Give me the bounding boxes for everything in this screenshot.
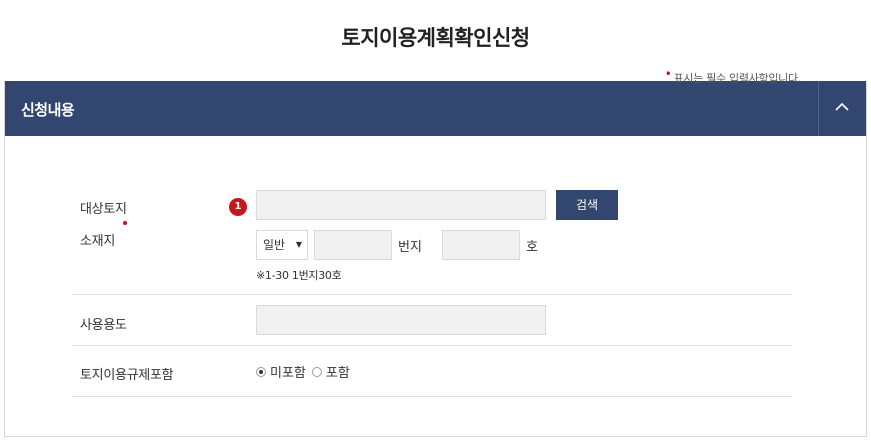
regulation-radio-include[interactable] xyxy=(311,366,322,377)
application-panel: 신청내용 xyxy=(4,81,867,437)
regulation-radio-exclude[interactable] xyxy=(256,366,266,377)
land-type-selected: 일반 xyxy=(263,238,286,252)
regulation-label: 토지이용규제포함 xyxy=(80,368,174,383)
bunji-input[interactable] xyxy=(314,230,392,260)
collapse-button[interactable] xyxy=(818,81,866,136)
form-top-divider xyxy=(72,96,792,98)
step-badge: 1 xyxy=(229,198,247,216)
regulation-radio-include-label[interactable]: 포함 xyxy=(326,362,350,381)
regulation-radio-group: 미포함 포함 xyxy=(256,362,356,381)
search-button[interactable]: 검색 xyxy=(556,190,618,220)
address-input[interactable] xyxy=(256,190,546,220)
panel-title: 신청내용 xyxy=(21,101,75,119)
ho-input[interactable] xyxy=(442,230,520,260)
ho-unit-label: 호 xyxy=(526,240,538,255)
address-hint: ※1-30 1번지30호 xyxy=(256,269,342,282)
row-divider xyxy=(72,396,792,397)
caret-down-icon: ▼ xyxy=(295,240,302,249)
land-type-select[interactable]: 일반 ▼ xyxy=(256,230,308,260)
chevron-up-icon xyxy=(835,102,849,111)
bunji-unit-label: 번지 xyxy=(398,240,422,255)
usage-input[interactable] xyxy=(256,305,546,335)
row-divider xyxy=(72,345,792,346)
location-label-line1: 대상토지 xyxy=(80,202,127,217)
location-label-line2: 소재지 xyxy=(80,234,115,249)
required-marker: • xyxy=(664,67,672,81)
required-dot xyxy=(123,221,127,225)
required-note-text: 표시는 필수 입력사항입니다. xyxy=(673,72,802,85)
row-divider xyxy=(72,294,792,295)
regulation-radio-exclude-label[interactable]: 미포함 xyxy=(270,362,306,381)
required-note: • 표시는 필수 입력사항입니다. xyxy=(664,67,802,86)
usage-label: 사용용도 xyxy=(80,318,127,333)
page-title: 토지이용계획확인신청 xyxy=(341,26,530,50)
panel-header: 신청내용 xyxy=(5,81,866,136)
